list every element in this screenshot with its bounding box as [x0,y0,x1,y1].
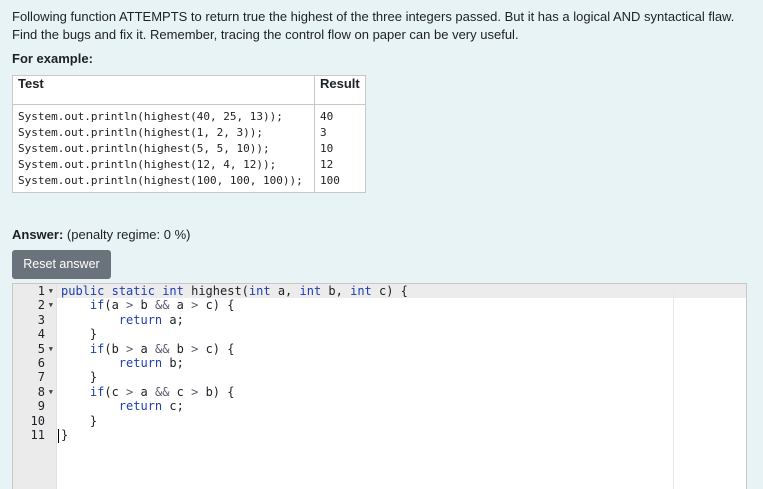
line-number: 5 ▼ [13,342,56,356]
result-cell: 40 3 10 12 100 [314,104,366,193]
print-margin [673,284,674,489]
code-content[interactable]: public static int highest(int a, int b, … [61,284,408,442]
line-number-label: 3 [37,312,45,327]
line-number-label: 5 [37,341,45,356]
penalty-regime: (penalty regime: 0 %) [66,227,191,242]
fold-arrow-icon[interactable]: ▼ [49,284,53,298]
answer-header: Answer: (penalty regime: 0 %) [12,227,190,242]
line-number-label: 4 [37,327,45,342]
result-value: 3 [320,126,327,139]
line-number: 10 [13,414,56,428]
line-number-label: 6 [37,355,45,370]
test-code: System.out.println(highest(1, 2, 3)); [18,126,264,139]
line-number-label: 7 [37,370,45,385]
line-number: 7 [13,370,56,384]
code-line: return c; [118,399,184,414]
line-number: 6 [13,356,56,370]
line-number: 2 ▼ [13,298,56,312]
table-row: System.out.println(highest(40, 25, 13));… [12,104,366,193]
test-code: System.out.println(highest(40, 25, 13)); [18,110,283,123]
line-number: 3 [13,313,56,327]
fold-arrow-icon[interactable]: ▼ [49,342,53,356]
code-line: } [61,370,98,385]
result-value: 40 [320,110,334,123]
line-number-label: 1 [37,284,45,298]
result-value: 12 [320,158,334,171]
code-line: if(c > a && c > b) { [89,384,235,399]
line-number: 9 [13,399,56,413]
line-number-label: 2 [37,298,45,313]
code-line: public static int highest(int a, int b, … [61,284,408,298]
result-value: 10 [320,142,334,155]
fold-arrow-icon[interactable]: ▼ [49,385,53,399]
text-cursor [58,429,59,443]
code-line: if(b > a && b > c) { [89,341,235,356]
reset-answer-button[interactable]: Reset answer [12,250,111,279]
code-line: } [61,327,98,342]
code-line: if(a > b && a > c) { [89,298,235,313]
test-code: System.out.println(highest(5, 5, 10)); [18,142,270,155]
code-editor[interactable]: 1 ▼ 2 ▼ 3 4 5 ▼ 6 7 8 ▼ 9 10 11 public static int high… [12,283,747,489]
code-line: return a; [118,312,184,327]
line-number-label: 10 [30,413,45,428]
line-number-label: 9 [37,399,45,414]
line-number-label: 11 [30,427,45,442]
line-number: 4 [13,327,56,341]
test-column-header: Test [12,75,315,105]
code-line: } [61,413,98,428]
result-value: 100 [320,174,340,187]
quiz-page: Following function ATTEMPTS to return tr… [0,0,763,489]
test-code: System.out.println(highest(12, 4, 12)); [18,158,277,171]
question-text: Following function ATTEMPTS to return tr… [12,9,735,42]
line-number: 11 [13,428,56,442]
fold-arrow-icon[interactable]: ▼ [49,298,53,312]
examples-table: Test Result System.out.println(highest(4… [12,75,366,193]
line-number-label: 8 [37,384,45,399]
answer-label: Answer: [12,227,64,242]
editor-gutter: 1 ▼ 2 ▼ 3 4 5 ▼ 6 7 8 ▼ 9 10 11 [13,284,57,489]
line-number: 8 ▼ [13,385,56,399]
line-number: 1 ▼ [13,284,56,298]
code-line: return b; [118,355,184,370]
test-code: System.out.println(highest(100, 100, 100… [18,174,303,187]
for-example-heading: For example: [12,51,93,66]
table-header-row: Test Result [12,75,366,105]
test-cell: System.out.println(highest(40, 25, 13));… [12,104,315,193]
code-line: } [61,427,69,442]
result-column-header: Result [314,75,366,105]
